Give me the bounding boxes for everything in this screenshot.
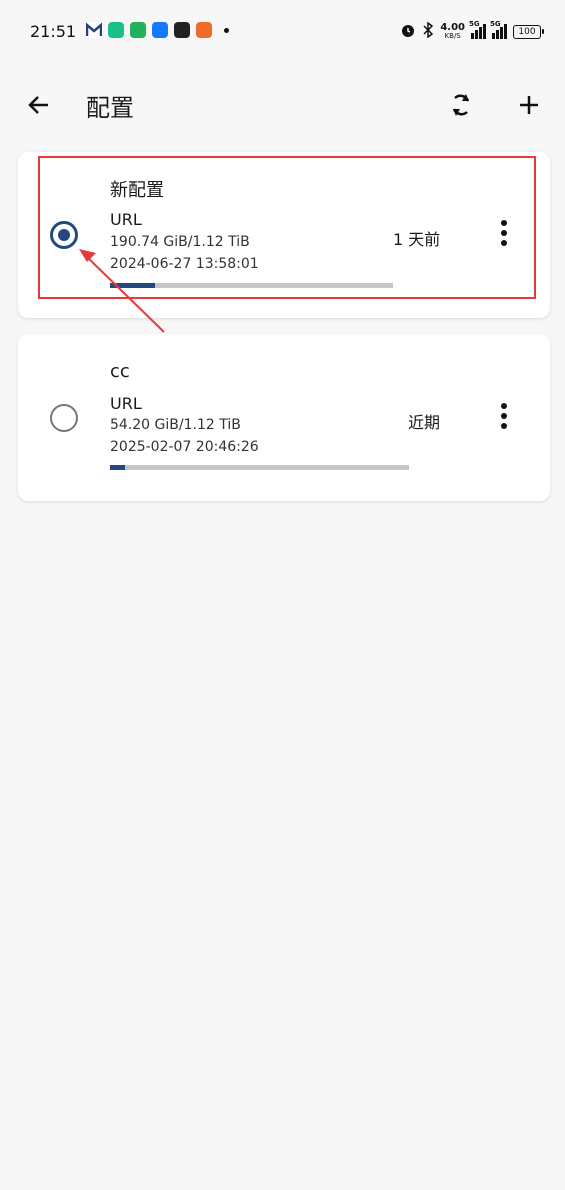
- annotation-arrow: [79, 249, 165, 333]
